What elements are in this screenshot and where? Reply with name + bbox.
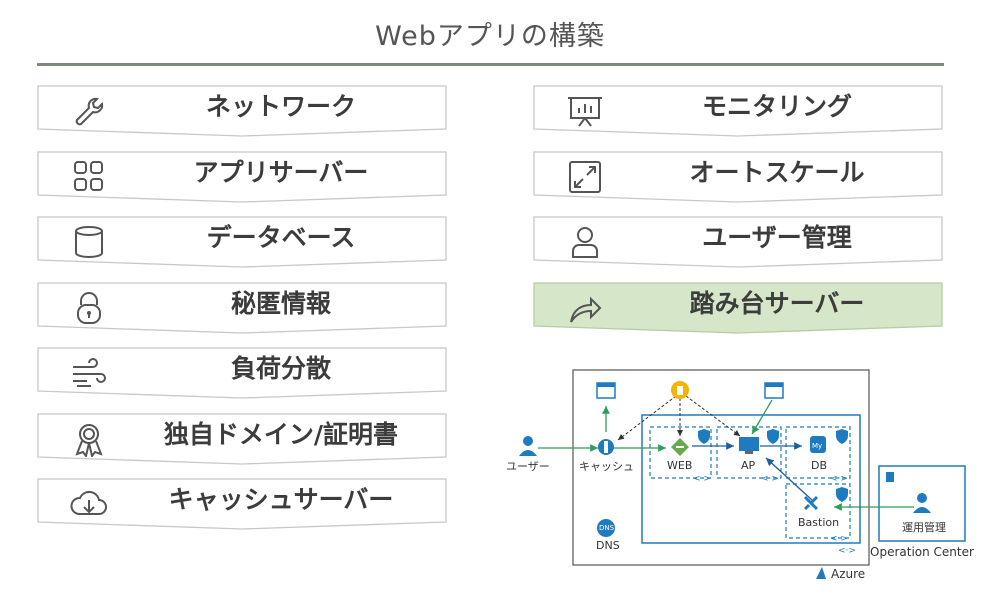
left-item-label: ネットワーク [205,92,356,121]
building-icon [886,472,894,482]
ap-label: AP [741,459,756,472]
left-item-1: ネットワーク [37,85,447,137]
left-item-label: 負荷分散 [230,354,331,383]
azure-logo-icon [816,567,826,579]
dns-badge-text: DNS [599,524,615,532]
ops-label: 運用管理 [902,521,946,534]
cache-label: キャッシュ [579,460,634,473]
wind-icon [73,358,106,387]
right-item-4: 踏み台サーバー [533,281,943,334]
left-item-label: 独自ドメイン/証明書 [163,419,399,449]
right-item-3: ユーザー管理 [533,216,943,268]
svg-text:<·>: <·> [761,474,779,484]
svg-text:<·>: <·> [830,534,848,544]
right-item-label: モニタリング [701,92,852,121]
svg-text:<·>: <·> [693,474,711,484]
web-label: WEB [667,459,693,472]
page-title: Webアプリの構築 [375,21,605,52]
right-item-label: オートスケール [689,157,865,187]
mysql-db-icon: My [810,436,826,453]
right-item-2: オートスケール [533,150,943,203]
right-item-label: ユーザー管理 [702,223,852,252]
app-insights-icon-left [596,382,616,399]
wrench-icon [75,97,104,126]
expand-arrows-icon [569,160,601,193]
database-icon [75,226,103,258]
award-ribbon-icon [75,423,103,457]
ops-user-icon [913,493,931,513]
web-gateway-icon [671,438,689,456]
left-item-7: キャッシュサーバー [37,478,447,530]
cache-icon [598,439,614,455]
ap-server-icon [739,437,759,454]
bastion-label: Bastion [798,516,840,529]
title-divider [37,63,944,66]
user-icon [519,436,537,456]
svg-text:My: My [812,442,822,450]
left-item-label: アプリサーバー [193,157,369,187]
bastion-subnet [785,483,851,539]
app-insights-icon-right [764,382,784,399]
left-item-2: アプリサーバー [37,150,447,203]
key-vault-icon [671,381,689,399]
presentation-chart-icon [568,97,602,127]
left-item-6: 独自ドメイン/証明書 [37,412,447,465]
left-item-label: データベース [206,223,356,252]
svg-text:<·>: <·> [838,546,856,556]
lock-icon [77,291,101,324]
share-arrow-icon [570,296,602,323]
right-item-label: 踏み台サーバー [689,288,865,318]
left-item-label: キャッシュサーバー [168,485,394,514]
operation-center-label: Operation Center [870,545,974,559]
left-item-label: 秘匿情報 [230,288,331,318]
person-icon [572,227,598,258]
app-grid-icon [74,160,103,191]
cloud-download-icon [70,490,107,515]
svg-text:<·>: <·> [830,474,848,484]
bastion-icon [803,495,819,511]
azure-label: Azure [831,567,866,581]
left-item-4: 秘匿情報 [37,281,447,334]
vnet-connector-icons: <·> <·> <·> <·> <·> [693,474,856,556]
db-label: DB [811,459,828,472]
dns-label: DNS [596,539,620,552]
user-label: ユーザー [506,460,550,473]
left-item-3: データベース [37,216,447,268]
right-item-1: モニタリング [533,85,943,137]
left-item-5: 負荷分散 [37,347,447,399]
